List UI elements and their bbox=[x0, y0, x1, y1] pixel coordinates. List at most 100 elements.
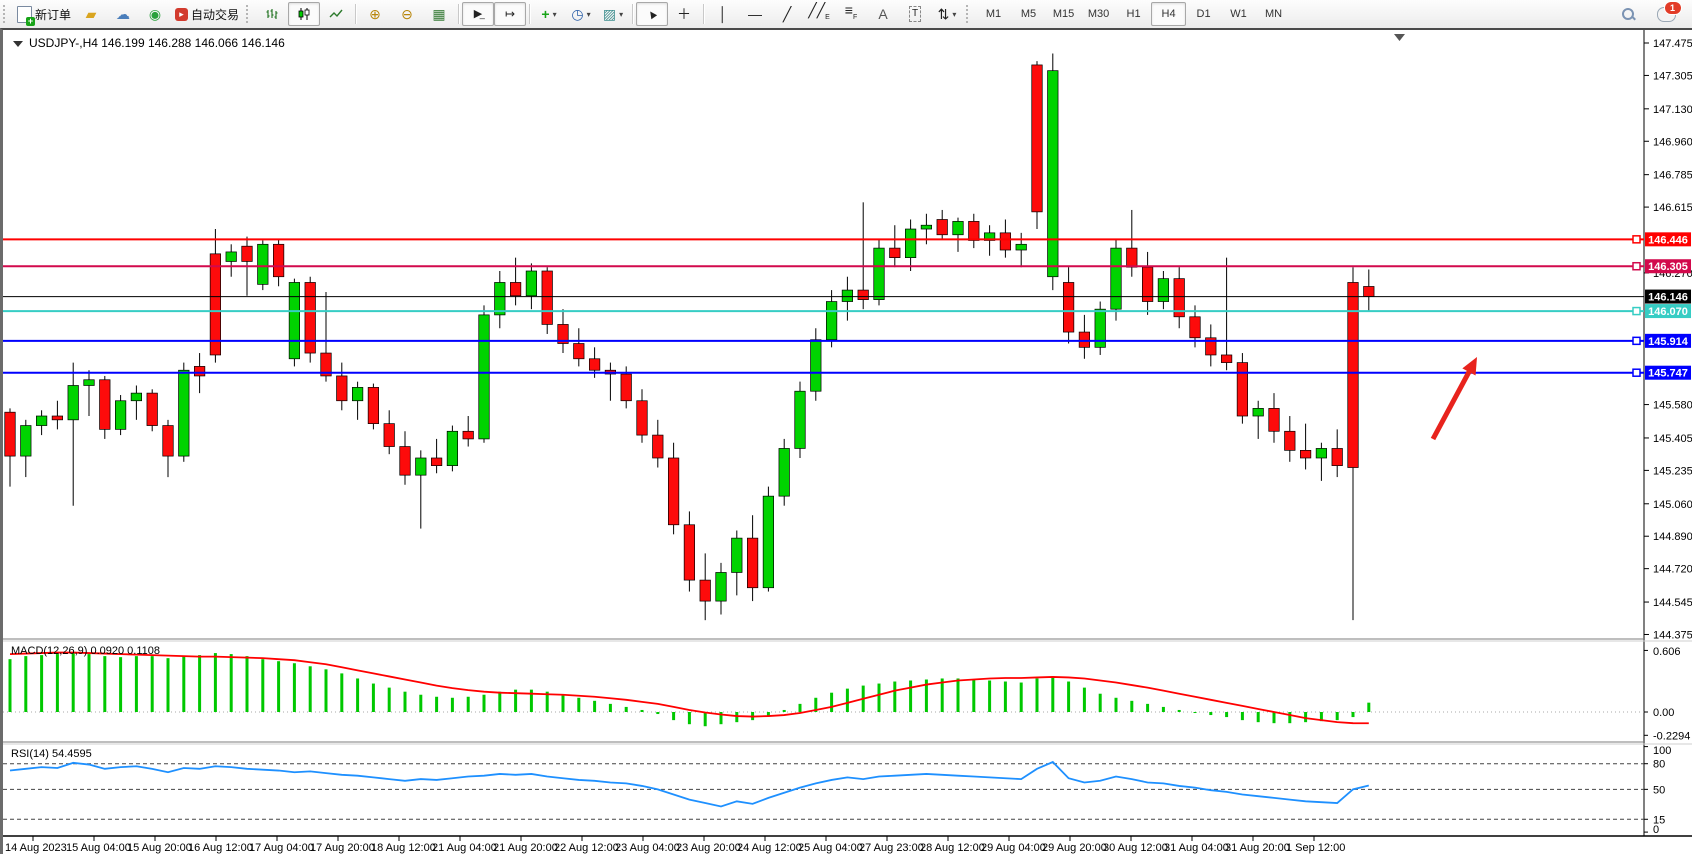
timeframe-button-D1[interactable]: D1 bbox=[1186, 2, 1221, 26]
fibonacci-button[interactable]: ≡F bbox=[835, 2, 867, 26]
timeframe-button-H4[interactable]: H4 bbox=[1151, 2, 1186, 26]
candle bbox=[36, 416, 47, 426]
candle bbox=[495, 282, 506, 314]
candle bbox=[1016, 244, 1026, 250]
candle bbox=[510, 282, 520, 295]
toolbar-grip[interactable] bbox=[246, 5, 253, 23]
timeframe-button-H1[interactable]: H1 bbox=[1116, 2, 1151, 26]
time-axis-label: 29 Aug 04:00 bbox=[981, 842, 1046, 854]
rsi-axis-label: 0 bbox=[1653, 824, 1659, 836]
price-tick-label: 145.405 bbox=[1653, 433, 1692, 445]
tile-windows-button[interactable]: ▦ bbox=[423, 2, 455, 26]
candle bbox=[526, 271, 537, 296]
arrows-icon: ⇅ bbox=[938, 7, 950, 21]
price-tick-label: 145.580 bbox=[1653, 400, 1692, 412]
time-axis-label: 16 Aug 12:00 bbox=[188, 842, 253, 854]
text-button[interactable]: A bbox=[867, 2, 899, 26]
crosshair-button[interactable]: ＋ bbox=[668, 2, 700, 26]
candlestick-chart-button[interactable] bbox=[288, 2, 320, 26]
periods-button[interactable]: ◷▾ bbox=[565, 2, 597, 26]
candle bbox=[5, 412, 16, 456]
chart-shift-button[interactable]: ↦ bbox=[494, 2, 526, 26]
candle bbox=[147, 393, 158, 425]
price-tick-label: 144.890 bbox=[1653, 531, 1692, 543]
candle bbox=[700, 580, 711, 601]
candle bbox=[100, 380, 111, 430]
indicators-button[interactable]: +▾ bbox=[533, 2, 565, 26]
chevron-down-icon: ▾ bbox=[952, 10, 956, 19]
toolbar-separator bbox=[529, 4, 530, 24]
macd-axis-label: 0.00 bbox=[1653, 707, 1674, 719]
timeframe-button-M1[interactable]: M1 bbox=[976, 2, 1011, 26]
price-tick-label: 144.545 bbox=[1653, 597, 1692, 609]
horizontal-line-icon: — bbox=[748, 7, 762, 21]
chevron-down-icon: ▾ bbox=[587, 10, 591, 19]
trendline-button[interactable]: ╱ bbox=[771, 2, 803, 26]
candle bbox=[226, 252, 237, 262]
zoom-in-button[interactable]: ⊕ bbox=[359, 2, 391, 26]
candle bbox=[400, 447, 411, 476]
search-button[interactable] bbox=[1612, 2, 1644, 26]
chevron-down-icon: ▾ bbox=[553, 10, 557, 19]
candle bbox=[542, 271, 553, 324]
price-chart[interactable]: USDJPY-,H4 146.199 146.288 146.066 146.1… bbox=[3, 30, 1692, 854]
cursor-button[interactable]: ▲ bbox=[636, 2, 668, 26]
zoom-out-button[interactable]: ⊖ bbox=[391, 2, 423, 26]
signals-button[interactable]: ◉ bbox=[139, 2, 171, 26]
auto-scroll-button[interactable]: ▶̲ bbox=[462, 2, 494, 26]
rsi-axis-label: 50 bbox=[1653, 784, 1665, 796]
toolbar-grip[interactable] bbox=[3, 5, 10, 23]
fibonacci-icon: ≡F bbox=[845, 3, 857, 25]
candle bbox=[463, 431, 474, 439]
candle bbox=[416, 458, 427, 475]
candle bbox=[589, 359, 600, 370]
price-tag-label: 146.070 bbox=[1648, 306, 1688, 318]
equidistant-channel-button[interactable]: ╱╱E bbox=[803, 2, 835, 26]
zoom-in-icon: ⊕ bbox=[369, 7, 381, 21]
macd-axis-label: 0.606 bbox=[1653, 646, 1681, 658]
price-tick-label: 147.130 bbox=[1653, 104, 1692, 116]
candle bbox=[1237, 363, 1248, 416]
arrows-button[interactable]: ⇅▾ bbox=[931, 2, 963, 26]
autotrading-button[interactable]: ▸ 自动交易 bbox=[171, 2, 243, 26]
candle bbox=[574, 344, 585, 359]
candle bbox=[368, 387, 379, 423]
bar-chart-button[interactable] bbox=[256, 2, 288, 26]
templates-button[interactable]: ▨▾ bbox=[597, 2, 629, 26]
price-tick-label: 147.475 bbox=[1653, 38, 1692, 50]
main-toolbar: + 新订单 ▰ ☁ ◉ ▸ 自动交易 ⊕ ⊖ ▦ ▶̲ ↦ +▾ ◷▾ ▨▾ ▲… bbox=[0, 0, 1692, 29]
horizontal-line-button[interactable]: — bbox=[739, 2, 771, 26]
time-axis-label: 17 Aug 04:00 bbox=[249, 842, 314, 854]
mql5-community-button[interactable]: ☁ bbox=[107, 2, 139, 26]
vertical-line-button[interactable]: │ bbox=[707, 2, 739, 26]
candle bbox=[68, 385, 79, 419]
candle bbox=[337, 376, 348, 401]
new-order-button[interactable]: + 新订单 bbox=[13, 2, 75, 26]
timeframe-button-M30[interactable]: M30 bbox=[1081, 2, 1116, 26]
tile-windows-icon: ▦ bbox=[432, 7, 445, 21]
candle bbox=[1300, 450, 1311, 458]
candle bbox=[826, 302, 837, 340]
timeframe-button-MN[interactable]: MN bbox=[1256, 2, 1291, 26]
candle bbox=[637, 401, 648, 435]
line-chart-button[interactable] bbox=[320, 2, 352, 26]
timeframe-button-M15[interactable]: M15 bbox=[1046, 2, 1081, 26]
toolbar-grip[interactable] bbox=[966, 5, 973, 23]
charts-profile-button[interactable]: ▰ bbox=[75, 2, 107, 26]
candle bbox=[858, 290, 869, 300]
autotrading-label: 自动交易 bbox=[191, 6, 239, 23]
timeframe-button-M5[interactable]: M5 bbox=[1011, 2, 1046, 26]
candle bbox=[273, 244, 284, 276]
candle bbox=[210, 254, 221, 355]
candle bbox=[937, 219, 948, 234]
timeframe-button-W1[interactable]: W1 bbox=[1221, 2, 1256, 26]
notifications-button[interactable]: 1 bbox=[1650, 2, 1682, 26]
timeframe-group: M1M5M15M30H1H4D1W1MN bbox=[976, 2, 1291, 26]
text-label-button[interactable]: T bbox=[899, 2, 931, 26]
time-axis-label: 21 Aug 20:00 bbox=[493, 842, 558, 854]
candle bbox=[1000, 233, 1011, 250]
signal-icon: ◉ bbox=[149, 7, 161, 21]
candle bbox=[352, 387, 363, 400]
candle bbox=[874, 248, 885, 300]
clock-icon: ◷ bbox=[571, 7, 583, 21]
